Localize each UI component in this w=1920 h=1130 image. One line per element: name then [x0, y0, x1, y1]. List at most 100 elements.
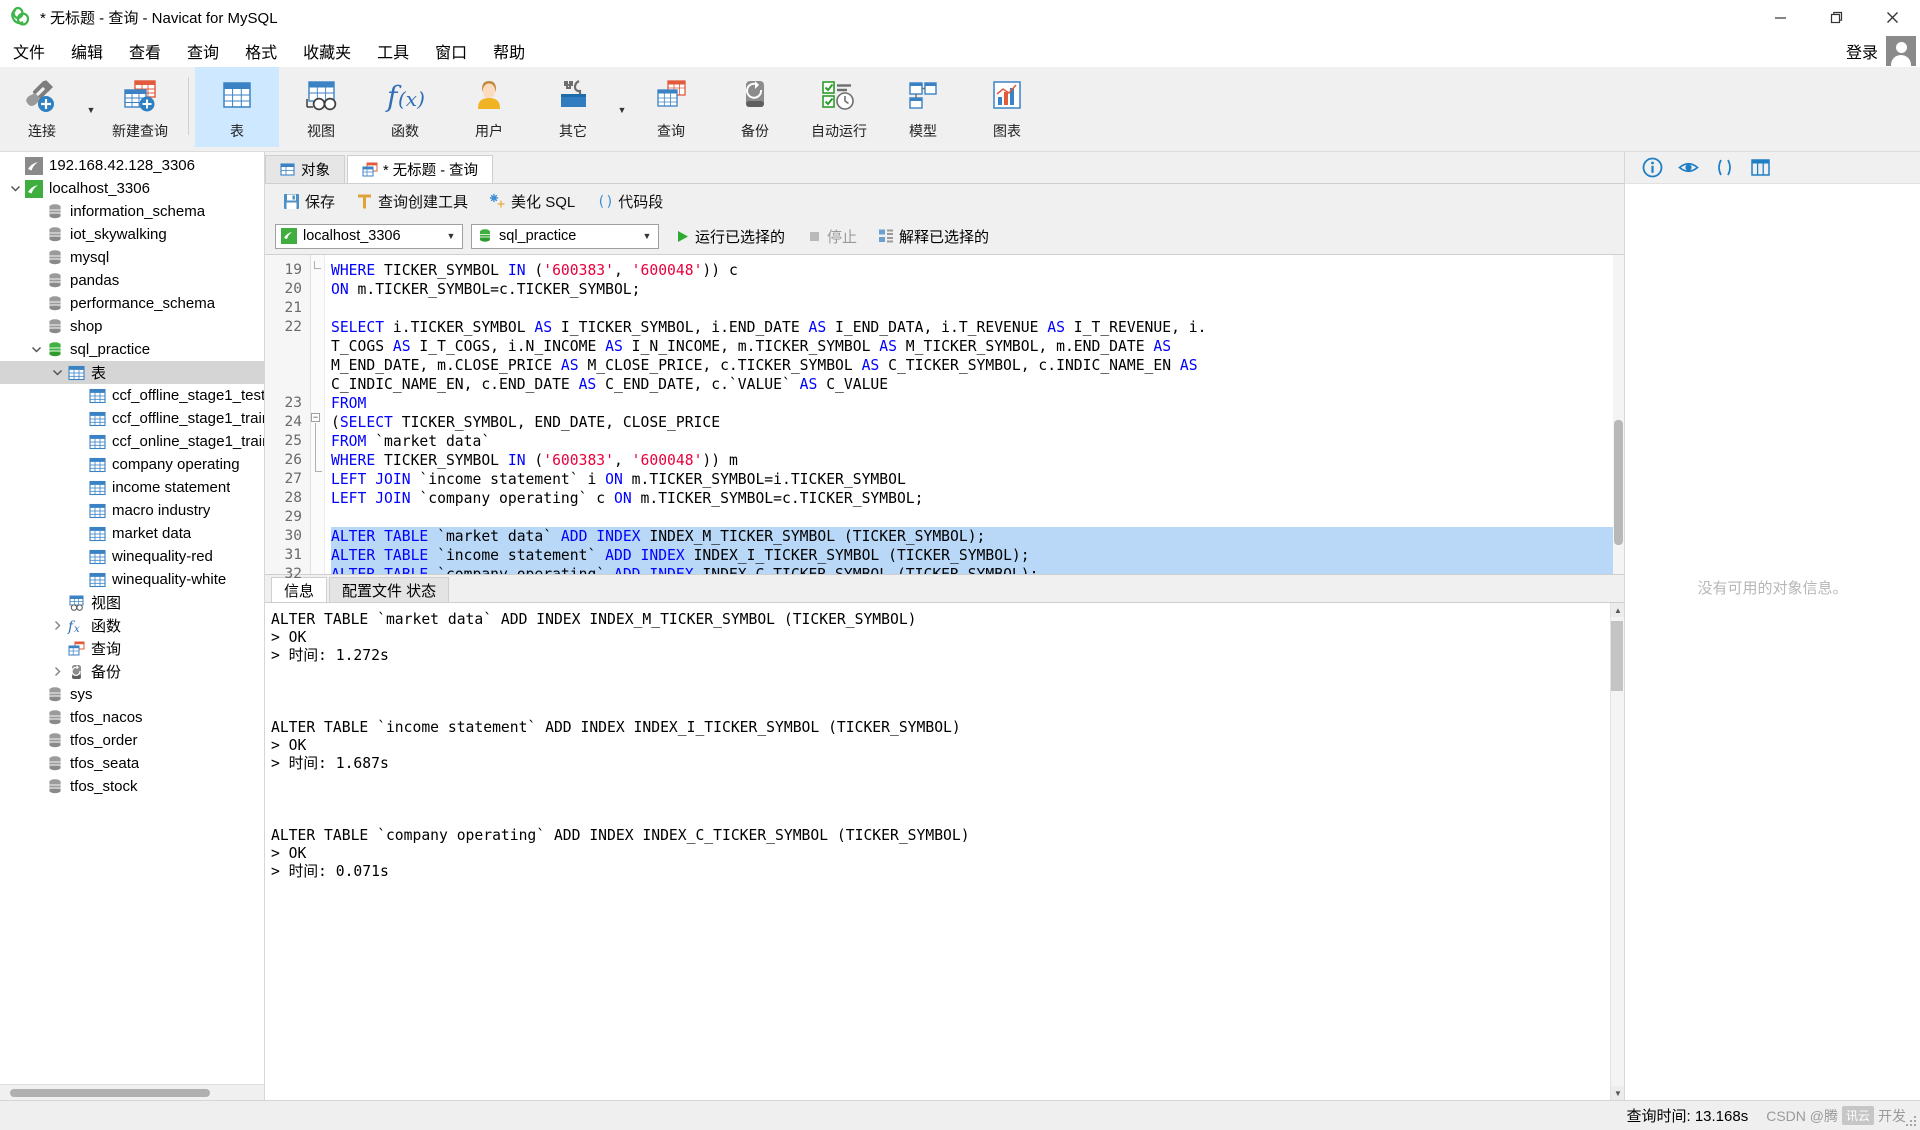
editor-vertical-scrollbar[interactable]: [1613, 255, 1624, 574]
fold-toggle-24[interactable]: −: [311, 413, 320, 422]
toolbar-button-query[interactable]: 查询: [629, 67, 713, 147]
scroll-up-icon[interactable]: ▲: [1611, 603, 1624, 617]
chevron-down-icon[interactable]: ▼: [442, 231, 460, 241]
toolbar-caret-other[interactable]: ▼: [615, 67, 629, 147]
toolbar-button-automation[interactable]: 自动运行: [797, 67, 881, 147]
menu-view[interactable]: 查看: [116, 36, 174, 66]
sql-editor[interactable]: 19 20 21 22 23 24 25 26 27 28 29 30 31 32 − WHERE TIC…: [265, 254, 1624, 582]
code-line[interactable]: M_END_DATE, m.CLOSE_PRICE AS M_CLOSE_PRI…: [331, 356, 1624, 375]
tree-item[interactable]: localhost_3306: [0, 177, 264, 200]
toolbar-button-backup[interactable]: 备份: [713, 67, 797, 147]
menu-file[interactable]: 文件: [0, 36, 58, 66]
menu-query[interactable]: 查询: [174, 36, 232, 66]
sidebar-horizontal-scrollbar[interactable]: [0, 1084, 264, 1100]
tab-objects[interactable]: 对象: [265, 155, 345, 183]
code-line[interactable]: C_INDIC_NAME_EN, c.END_DATE AS C_END_DAT…: [331, 375, 1624, 394]
tree-item[interactable]: income statement: [0, 476, 264, 499]
tree-item[interactable]: company operating: [0, 453, 264, 476]
tree-item[interactable]: 视图: [0, 591, 264, 614]
toolbar-button-table[interactable]: 表: [195, 67, 279, 147]
tree-item[interactable]: winequality-white: [0, 568, 264, 591]
tree-item[interactable]: macro industry: [0, 499, 264, 522]
tree-item[interactable]: performance_schema: [0, 292, 264, 315]
resize-grip[interactable]: [1904, 1114, 1918, 1128]
sidebar-scroll-thumb[interactable]: [10, 1089, 210, 1097]
code-line[interactable]: FROM `market data`: [331, 432, 1624, 451]
toolbar-button-new-query[interactable]: 新建查询: [98, 67, 182, 147]
tree-item[interactable]: ccf_offline_stage1_test_r: [0, 384, 264, 407]
result-scroll-thumb[interactable]: [1611, 621, 1623, 691]
info-icon[interactable]: [1641, 157, 1663, 179]
code-line[interactable]: FROM: [331, 394, 1624, 413]
tree-item[interactable]: information_schema: [0, 200, 264, 223]
result-vertical-scrollbar[interactable]: ▲ ▼: [1610, 603, 1624, 1100]
chevron-down-icon[interactable]: ▼: [638, 231, 656, 241]
menu-window[interactable]: 窗口: [422, 36, 480, 66]
tree-item[interactable]: 查询: [0, 637, 264, 660]
menu-help[interactable]: 帮助: [480, 36, 538, 66]
editor-scroll-thumb[interactable]: [1614, 420, 1623, 545]
chevron-down-icon[interactable]: [6, 177, 24, 200]
code-line[interactable]: T_COGS AS I_T_COGS, i.N_INCOME AS I_N_IN…: [331, 337, 1624, 356]
code-line[interactable]: (SELECT TICKER_SYMBOL, END_DATE, CLOSE_P…: [331, 413, 1624, 432]
tab-untitled-query[interactable]: * 无标题 - 查询: [347, 155, 494, 183]
parentheses-icon[interactable]: [1713, 157, 1735, 179]
code-line[interactable]: [331, 508, 1624, 527]
close-button[interactable]: [1864, 0, 1920, 34]
tree-item[interactable]: pandas: [0, 269, 264, 292]
tree-item[interactable]: ccf_online_stage1_train: [0, 430, 264, 453]
query-builder-button[interactable]: 查询创建工具: [346, 188, 477, 215]
maximize-restore-button[interactable]: [1808, 0, 1864, 34]
tree-item[interactable]: 表: [0, 361, 264, 384]
toolbar-caret-connection[interactable]: ▼: [84, 67, 98, 147]
tree-item[interactable]: tfos_nacos: [0, 706, 264, 729]
code-snippet-button[interactable]: () 代码段: [586, 188, 672, 215]
save-button[interactable]: 保存: [273, 188, 344, 215]
tree-item[interactable]: 192.168.42.128_3306: [0, 154, 264, 177]
code-line[interactable]: LEFT JOIN `income statement` i ON m.TICK…: [331, 470, 1624, 489]
explain-selected-button[interactable]: 解释已选择的: [871, 224, 995, 249]
stop-button[interactable]: 停止: [799, 224, 863, 249]
toolbar-button-model[interactable]: 模型: [881, 67, 965, 147]
tree-item[interactable]: market data: [0, 522, 264, 545]
toolbar-button-view[interactable]: 视图: [279, 67, 363, 147]
avatar[interactable]: [1886, 35, 1916, 66]
toolbar-button-other[interactable]: 其它: [531, 67, 615, 147]
menu-tools[interactable]: 工具: [364, 36, 422, 66]
connection-select[interactable]: localhost_3306 ▼: [275, 223, 463, 249]
tree-item[interactable]: tfos_stock: [0, 775, 264, 798]
chevron-down-icon[interactable]: [27, 338, 45, 361]
result-tab-profile-status[interactable]: 配置文件 状态: [329, 577, 450, 602]
chevron-right-icon[interactable]: [48, 614, 66, 637]
code-line[interactable]: [331, 299, 1624, 318]
toolbar-button-connection[interactable]: 连接: [0, 67, 84, 147]
menu-edit[interactable]: 编辑: [58, 36, 116, 66]
tree-item[interactable]: sys: [0, 683, 264, 706]
code-folding-column[interactable]: −: [311, 255, 325, 574]
tree-item[interactable]: winequality-red: [0, 545, 264, 568]
toolbar-button-function[interactable]: f (x) 函数: [363, 67, 447, 147]
code-line[interactable]: WHERE TICKER_SYMBOL IN ('600383', '60004…: [331, 451, 1624, 470]
code-line[interactable]: ALTER TABLE `income statement` ADD INDEX…: [331, 546, 1624, 565]
login-link[interactable]: 登录: [1846, 39, 1878, 63]
run-selected-button[interactable]: 运行已选择的: [667, 224, 791, 249]
tree-item[interactable]: ccf_offline_stage1_train: [0, 407, 264, 430]
code-line[interactable]: SELECT i.TICKER_SYMBOL AS I_TICKER_SYMBO…: [331, 318, 1624, 337]
tree-item[interactable]: f x 函数: [0, 614, 264, 637]
tree-item[interactable]: tfos_seata: [0, 752, 264, 775]
code-line[interactable]: ALTER TABLE `market data` ADD INDEX INDE…: [331, 527, 1624, 546]
menu-favorites[interactable]: 收藏夹: [290, 36, 364, 66]
beautify-sql-button[interactable]: 美化 SQL: [479, 188, 584, 215]
minimize-button[interactable]: [1752, 0, 1808, 34]
code-line[interactable]: WHERE TICKER_SYMBOL IN ('600383', '60004…: [331, 261, 1624, 280]
code-line[interactable]: ALTER TABLE `company operating` ADD INDE…: [331, 565, 1624, 574]
toolbar-button-chart[interactable]: 图表: [965, 67, 1049, 147]
menu-format[interactable]: 格式: [232, 36, 290, 66]
chevron-down-icon[interactable]: [48, 361, 66, 384]
tree-item[interactable]: shop: [0, 315, 264, 338]
scroll-down-icon[interactable]: ▼: [1611, 1086, 1624, 1100]
database-select[interactable]: sql_practice ▼: [471, 223, 659, 249]
tree-item[interactable]: tfos_order: [0, 729, 264, 752]
eye-icon[interactable]: [1677, 157, 1699, 179]
sql-code-area[interactable]: WHERE TICKER_SYMBOL IN ('600383', '60004…: [325, 255, 1624, 574]
